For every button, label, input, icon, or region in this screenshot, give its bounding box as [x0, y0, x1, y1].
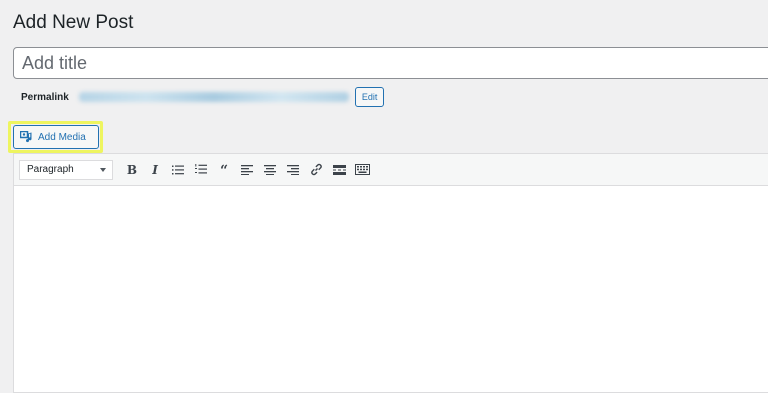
- format-select-value: Paragraph: [27, 164, 74, 175]
- numbered-list-icon: [195, 164, 207, 174]
- bulleted-list-button[interactable]: [169, 160, 187, 180]
- classic-editor: Paragraph B I “: [13, 153, 768, 393]
- permalink-label: Permalink: [21, 91, 69, 103]
- permalink-edit-button[interactable]: Edit: [354, 87, 385, 107]
- permalink-row: Permalink Edit: [21, 86, 385, 108]
- bulleted-list-icon: [172, 165, 184, 174]
- permalink-url-blurred[interactable]: [78, 92, 349, 102]
- chevron-down-icon: [100, 167, 106, 172]
- blockquote-button[interactable]: “: [215, 160, 233, 180]
- read-more-button[interactable]: [330, 160, 348, 180]
- align-center-button[interactable]: [261, 160, 279, 180]
- align-center-icon: [264, 164, 276, 175]
- align-right-button[interactable]: [284, 160, 302, 180]
- page-title: Add New Post: [13, 12, 134, 33]
- numbered-list-button[interactable]: [192, 160, 210, 180]
- toolbar-toggle-button[interactable]: [353, 160, 371, 180]
- bold-button[interactable]: B: [123, 160, 141, 180]
- media-icon: [20, 131, 32, 143]
- editor-content-area[interactable]: [14, 186, 768, 392]
- toolbar-toggle-icon: [354, 164, 370, 175]
- link-icon: [310, 163, 322, 176]
- italic-icon: I: [152, 162, 158, 177]
- bold-icon: B: [126, 162, 138, 177]
- add-media-button[interactable]: Add Media: [13, 125, 99, 149]
- align-left-icon: [241, 164, 253, 175]
- italic-button[interactable]: I: [146, 160, 164, 180]
- insert-link-button[interactable]: [307, 160, 325, 180]
- read-more-icon: [332, 164, 346, 175]
- post-title-input[interactable]: [13, 47, 768, 79]
- blockquote-icon: “: [219, 163, 229, 179]
- editor-toolbar: Paragraph B I “: [14, 154, 768, 186]
- align-right-icon: [287, 164, 299, 175]
- format-select[interactable]: Paragraph: [19, 159, 113, 180]
- add-media-label: Add Media: [38, 131, 86, 143]
- align-left-button[interactable]: [238, 160, 256, 180]
